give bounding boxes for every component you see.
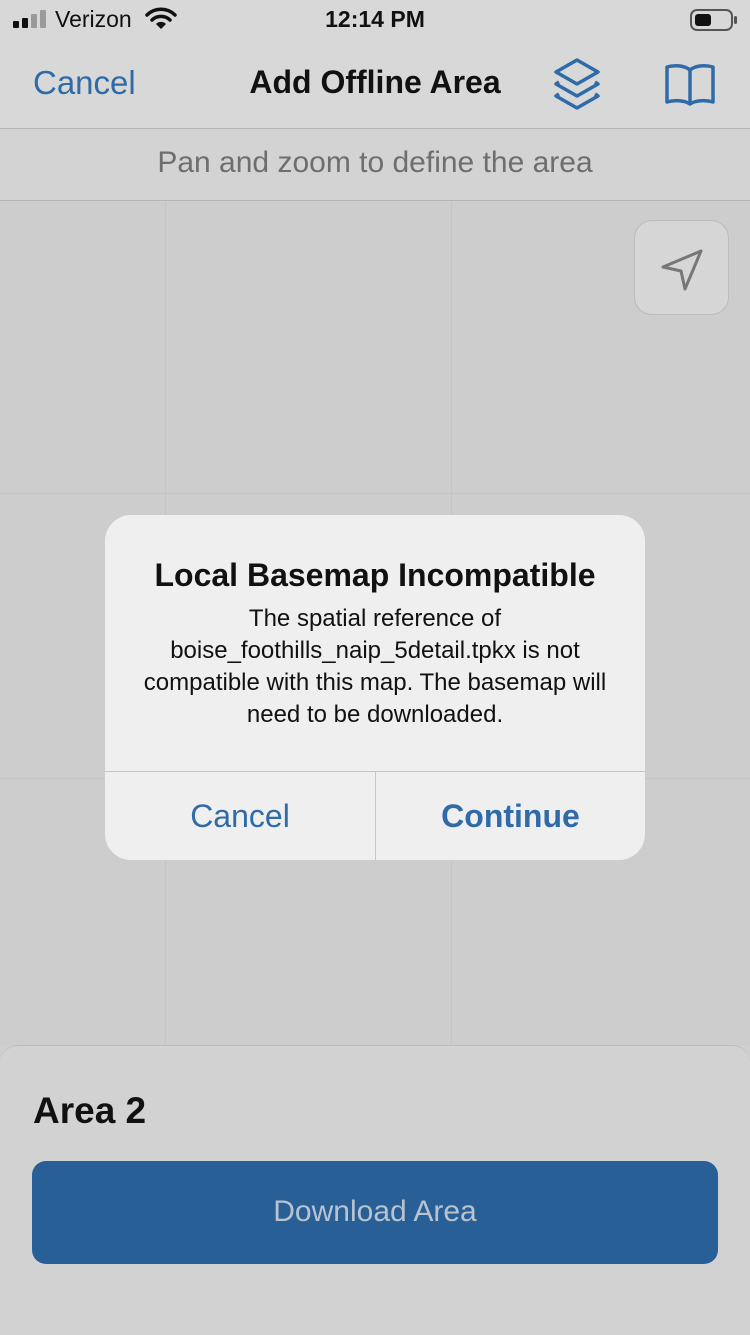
location-arrow-icon <box>661 249 703 291</box>
instruction-banner: Pan and zoom to define the area <box>0 129 750 201</box>
map-grid-line <box>0 493 750 494</box>
download-area-button[interactable]: Download Area <box>32 1161 718 1264</box>
alert-continue-button[interactable]: Continue <box>376 772 645 860</box>
status-bar: Verizon 12:14 PM <box>0 0 750 40</box>
alert-message: The spatial reference of boise_foothills… <box>143 605 607 728</box>
download-area-label: Download Area <box>273 1195 477 1228</box>
instruction-text: Pan and zoom to define the area <box>157 146 593 179</box>
navigation-bar: Cancel Add Offline Area <box>0 40 750 129</box>
alert-title: Local Basemap Incompatible <box>154 557 596 593</box>
area-panel: Area 2 Download Area <box>0 1045 750 1335</box>
area-name: Area 2 <box>33 1090 147 1131</box>
alert-cancel-button[interactable]: Cancel <box>105 772 375 860</box>
battery-icon <box>690 9 737 31</box>
layers-icon[interactable] <box>552 56 602 112</box>
status-time: 12:14 PM <box>325 6 425 32</box>
book-icon[interactable] <box>664 62 716 108</box>
locate-button[interactable] <box>634 220 729 315</box>
page-title: Add Offline Area <box>249 64 501 100</box>
incompatible-basemap-alert: Local Basemap Incompatible The spatial r… <box>105 515 645 860</box>
